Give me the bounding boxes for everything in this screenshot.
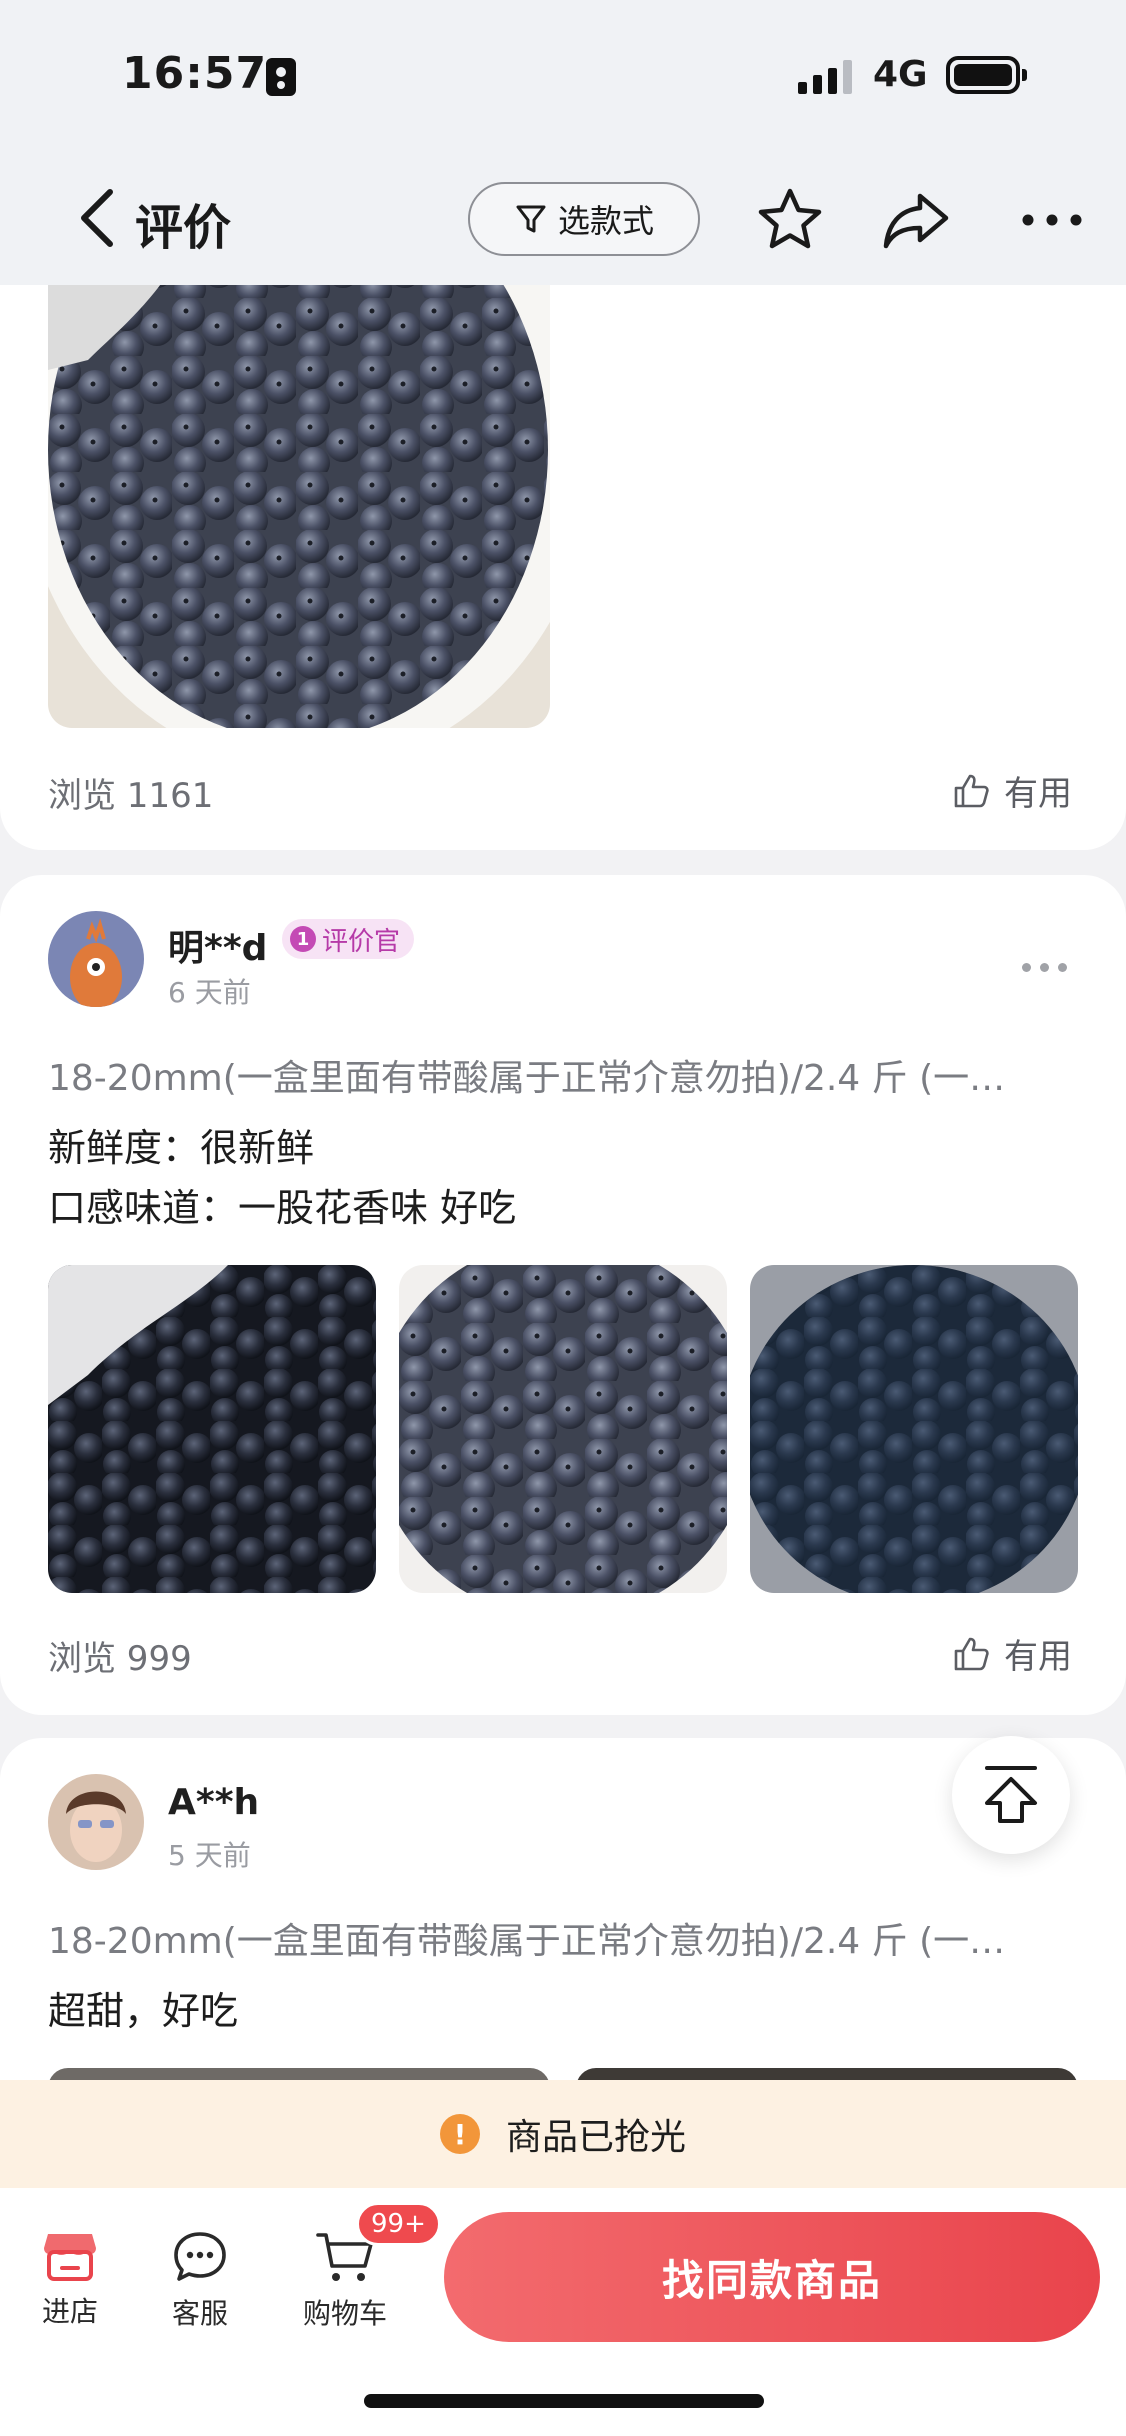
filter-style-button[interactable]: 选款式 bbox=[468, 182, 700, 256]
review-text: 口感味道：一股花香味 好吃 bbox=[48, 1186, 517, 1230]
customer-service-button[interactable]: 客服 bbox=[140, 2230, 260, 2332]
user-name: 明**d bbox=[168, 928, 268, 969]
review-card: 明**d 1 评价官 6 天前 18-20mm(一盒里面有带酸属于正常介意勿拍)… bbox=[0, 875, 1126, 1715]
badge-level: 1 bbox=[290, 926, 316, 952]
review-photo[interactable] bbox=[48, 240, 550, 728]
useful-button[interactable]: 有用 bbox=[952, 1629, 1072, 1678]
reviewer-badge: 1 评价官 bbox=[282, 919, 415, 959]
review-text: 超甜，好吃 bbox=[48, 1989, 239, 2033]
share-arrow-icon bbox=[883, 193, 949, 249]
chat-bubble-icon bbox=[174, 2232, 226, 2281]
network-type: 4G bbox=[873, 54, 928, 95]
review-time: 6 天前 bbox=[168, 976, 251, 1009]
more-dots-icon bbox=[1022, 214, 1082, 226]
service-label: 客服 bbox=[171, 2297, 228, 2330]
review-photo[interactable] bbox=[399, 1265, 727, 1593]
store-label: 进店 bbox=[41, 2295, 98, 2328]
favorite-button[interactable] bbox=[750, 180, 830, 260]
arrow-up-icon bbox=[985, 1766, 1037, 1823]
filter-icon bbox=[516, 205, 546, 233]
avatar[interactable] bbox=[48, 1774, 144, 1870]
useful-button[interactable]: 有用 bbox=[952, 766, 1072, 815]
thumbs-up-icon bbox=[954, 1637, 989, 1670]
back-to-top-button[interactable] bbox=[952, 1736, 1070, 1854]
chevron-left-icon bbox=[81, 189, 113, 247]
sold-out-text: 商品已抢光 bbox=[505, 2117, 686, 2158]
back-button[interactable] bbox=[74, 186, 124, 250]
badge-label: 评价官 bbox=[322, 926, 401, 957]
store-icon bbox=[44, 2234, 96, 2281]
view-count: 浏览 1161 bbox=[48, 776, 214, 816]
cart-label: 购物车 bbox=[302, 2297, 387, 2330]
user-name: A**h bbox=[168, 1782, 260, 1823]
review-more-button[interactable] bbox=[1022, 957, 1072, 977]
battery-icon bbox=[946, 56, 1027, 94]
sku-spec: 18-20mm(一盒里面有带酸属于正常介意勿拍)/2.4 斤 (一… bbox=[48, 1921, 1006, 1962]
review-photo[interactable] bbox=[750, 1265, 1078, 1593]
store-button[interactable]: 进店 bbox=[10, 2230, 130, 2330]
more-button[interactable] bbox=[1012, 180, 1092, 260]
orientation-lock-icon bbox=[266, 58, 296, 96]
cart-count-badge: 99+ bbox=[356, 2202, 441, 2246]
top-bar: 16:57 4G 评价 选款式 bbox=[0, 0, 1126, 285]
warning-icon: ! bbox=[439, 2114, 480, 2154]
status-time: 16:57 bbox=[122, 48, 268, 99]
home-indicator bbox=[364, 2394, 764, 2408]
review-photo[interactable] bbox=[48, 1265, 376, 1593]
view-count: 浏览 999 bbox=[48, 1639, 192, 1679]
page-title: 评价 bbox=[135, 200, 232, 256]
sold-out-banner: ! 商品已抢光 bbox=[0, 2080, 1126, 2188]
find-similar-button[interactable]: 找同款商品 bbox=[444, 2212, 1100, 2342]
review-text: 新鲜度：很新鲜 bbox=[48, 1126, 315, 1170]
useful-label: 有用 bbox=[1004, 1637, 1072, 1677]
avatar[interactable] bbox=[48, 911, 144, 1007]
sku-spec: 18-20mm(一盒里面有带酸属于正常介意勿拍)/2.4 斤 (一… bbox=[48, 1058, 1006, 1099]
share-button[interactable] bbox=[876, 180, 956, 260]
review-time: 5 天前 bbox=[168, 1839, 251, 1872]
filter-label: 选款式 bbox=[557, 202, 654, 240]
thumbs-up-icon bbox=[954, 774, 989, 807]
star-icon bbox=[758, 188, 822, 249]
useful-label: 有用 bbox=[1004, 774, 1072, 814]
signal-icon bbox=[798, 60, 852, 94]
review-page: 16:57 4G 评价 选款式 浏览 1161 有用 明**d 1 评价官 6 … bbox=[0, 0, 1126, 2436]
review-card: 浏览 1161 有用 bbox=[0, 240, 1126, 850]
